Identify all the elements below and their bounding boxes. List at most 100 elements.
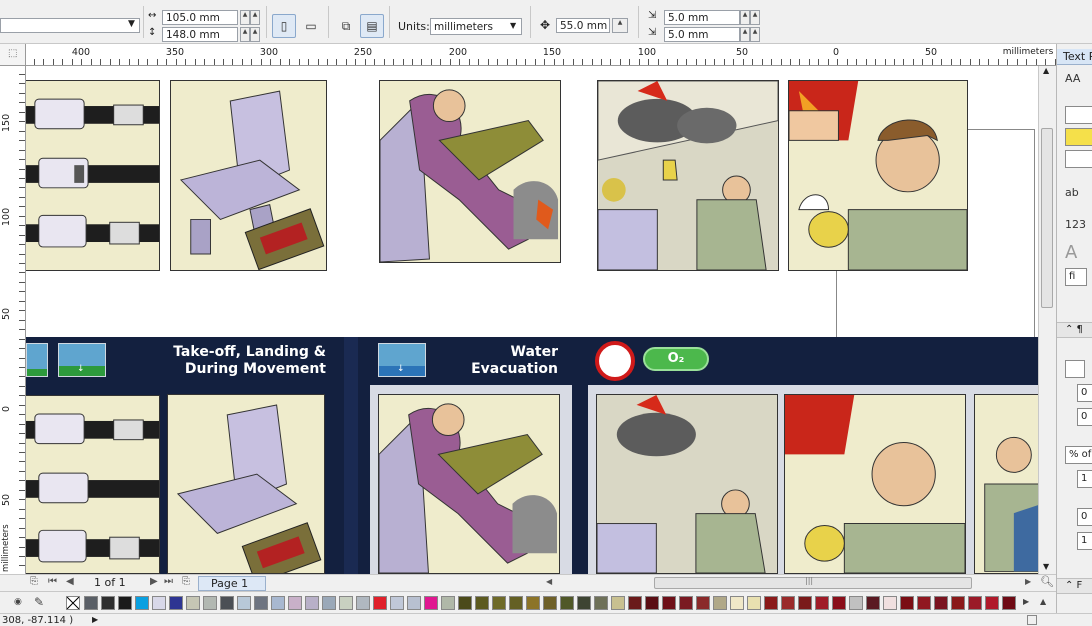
color-swatch[interactable] bbox=[730, 596, 744, 610]
vertical-scrollbar[interactable]: ▲ ▼ bbox=[1038, 66, 1056, 574]
portrait-icon[interactable]: ▯ bbox=[272, 14, 296, 38]
nudge-field[interactable]: 55.0 mm bbox=[556, 18, 610, 33]
color-swatch[interactable] bbox=[662, 596, 676, 610]
seat-life-vest-illustration[interactable] bbox=[170, 80, 327, 271]
color-swatch[interactable] bbox=[798, 596, 812, 610]
highlight-box[interactable] bbox=[1065, 128, 1092, 146]
color-swatch[interactable] bbox=[866, 596, 880, 610]
color-swatch[interactable] bbox=[237, 596, 251, 610]
color-swatch[interactable] bbox=[339, 596, 353, 610]
color-swatch[interactable] bbox=[390, 596, 404, 610]
color-swatch[interactable] bbox=[135, 596, 149, 610]
color-swatch[interactable] bbox=[186, 596, 200, 610]
last-page-icon[interactable]: ⏭ bbox=[164, 576, 173, 587]
docker-section-header[interactable]: ⌃ F bbox=[1057, 578, 1092, 594]
duplicate-y-field[interactable]: 5.0 mm bbox=[664, 27, 740, 42]
color-swatch[interactable] bbox=[271, 596, 285, 610]
color-swatch[interactable] bbox=[985, 596, 999, 610]
duplicate-y-spin-up[interactable]: ▲ bbox=[740, 27, 750, 42]
height-spin-down[interactable]: ▲ bbox=[250, 27, 260, 42]
ruler-origin-corner[interactable]: ⬚ bbox=[0, 44, 26, 66]
add-page-after-icon[interactable]: ⎘ bbox=[182, 576, 190, 587]
color-swatch[interactable] bbox=[934, 596, 948, 610]
color-swatch[interactable] bbox=[900, 596, 914, 610]
palette-expand-icon[interactable]: ▲ bbox=[1040, 597, 1046, 606]
fire-mask-illustration-copy[interactable] bbox=[784, 394, 966, 574]
color-swatch[interactable] bbox=[577, 596, 591, 610]
scroll-right-icon[interactable]: ▶ bbox=[1025, 577, 1031, 586]
color-swatch[interactable] bbox=[101, 596, 115, 610]
safety-card-page[interactable]: ↓ Take-off, Landing & During Movement ↓ … bbox=[26, 337, 1038, 574]
color-swatch[interactable] bbox=[968, 596, 982, 610]
color-swatch[interactable] bbox=[288, 596, 302, 610]
seatbelt-illustration-copy[interactable] bbox=[26, 395, 160, 574]
duplicate-y-spin-down[interactable]: ▲ bbox=[750, 27, 760, 42]
duplicate-x-field[interactable]: 5.0 mm bbox=[664, 10, 740, 25]
chevron-down-icon[interactable]: ▼ bbox=[128, 19, 135, 29]
duplicate-x-spin-down[interactable]: ▲ bbox=[750, 10, 760, 25]
indent-field[interactable]: 0 bbox=[1077, 408, 1092, 426]
ligature-button[interactable]: fi bbox=[1065, 268, 1087, 286]
alignment-button[interactable] bbox=[1065, 360, 1085, 378]
drawing-canvas[interactable]: ↓ Take-off, Landing & During Movement ↓ … bbox=[26, 66, 1038, 574]
color-swatch[interactable] bbox=[356, 596, 370, 610]
horizontal-ruler[interactable]: 400 350 300 250 200 150 100 50 0 50 mill… bbox=[26, 44, 1056, 66]
color-swatch[interactable] bbox=[305, 596, 319, 610]
color-swatch[interactable] bbox=[815, 596, 829, 610]
vertical-ruler[interactable]: 150 100 50 0 50 millimeters bbox=[0, 66, 26, 574]
color-swatch[interactable] bbox=[679, 596, 693, 610]
spacing-unit-field[interactable]: % of bbox=[1065, 446, 1092, 464]
color-swatch[interactable] bbox=[764, 596, 778, 610]
color-swatch[interactable] bbox=[883, 596, 897, 610]
page-tab[interactable]: Page 1 bbox=[198, 576, 266, 591]
palette-scroll-left-icon[interactable]: ◉ bbox=[14, 597, 22, 607]
color-swatch[interactable] bbox=[169, 596, 183, 610]
height-spin-up[interactable]: ▲ bbox=[240, 27, 250, 42]
font-size-icon[interactable]: AA bbox=[1065, 72, 1080, 85]
add-page-before-icon[interactable]: ⎘ bbox=[30, 576, 38, 587]
color-swatch[interactable] bbox=[713, 596, 727, 610]
no-color-swatch[interactable] bbox=[66, 596, 80, 610]
passenger-mask-illustration[interactable] bbox=[974, 394, 1038, 574]
color-swatch[interactable] bbox=[747, 596, 761, 610]
color-swatch[interactable] bbox=[832, 596, 846, 610]
height-field[interactable]: 148.0 mm bbox=[162, 27, 238, 42]
color-swatch[interactable] bbox=[203, 596, 217, 610]
docker-section-header[interactable]: ⌃ ¶ bbox=[1057, 322, 1092, 338]
paper-size-dropdown[interactable] bbox=[0, 18, 140, 33]
fire-mask-illustration[interactable] bbox=[788, 80, 968, 271]
color-swatch[interactable] bbox=[1002, 596, 1016, 610]
landscape-icon[interactable]: ▭ bbox=[299, 14, 323, 38]
color-swatch[interactable] bbox=[118, 596, 132, 610]
scroll-down-icon[interactable]: ▼ bbox=[1043, 562, 1049, 571]
color-swatch[interactable] bbox=[509, 596, 523, 610]
character-icon[interactable]: ab bbox=[1065, 186, 1079, 199]
word-spacing-field[interactable]: 1 bbox=[1077, 532, 1092, 550]
all-pages-icon[interactable]: ⧉ bbox=[334, 14, 358, 38]
palette-scroll-right-icon[interactable]: ▶ bbox=[1023, 597, 1029, 606]
spacing-field[interactable]: 1 bbox=[1077, 470, 1092, 488]
char-spacing-field[interactable]: 0 bbox=[1077, 508, 1092, 526]
status-arrow-icon[interactable]: ▶ bbox=[92, 615, 98, 624]
color-swatch[interactable] bbox=[951, 596, 965, 610]
width-field[interactable]: 105.0 mm bbox=[162, 10, 238, 25]
prev-page-icon[interactable]: ◀ bbox=[66, 576, 74, 587]
scroll-left-icon[interactable]: ◀ bbox=[546, 577, 552, 586]
color-swatch[interactable] bbox=[560, 596, 574, 610]
duplicate-x-spin-up[interactable]: ▲ bbox=[740, 10, 750, 25]
color-swatch[interactable] bbox=[645, 596, 659, 610]
seat-life-vest-illustration-copy[interactable] bbox=[167, 394, 325, 574]
horizontal-scroll-thumb[interactable]: ||| bbox=[654, 576, 972, 589]
uppercase-icon[interactable]: A bbox=[1065, 242, 1077, 263]
color-swatch[interactable] bbox=[373, 596, 387, 610]
indent-field[interactable]: 0 bbox=[1077, 384, 1092, 402]
width-spin-down[interactable]: ▲ bbox=[250, 10, 260, 25]
color-swatch[interactable] bbox=[254, 596, 268, 610]
color-swatch[interactable] bbox=[696, 596, 710, 610]
seatbelt-illustration[interactable] bbox=[26, 80, 160, 271]
color-swatch[interactable] bbox=[441, 596, 455, 610]
oxygen-mask-drop-illustration[interactable] bbox=[597, 80, 779, 271]
numerals-icon[interactable]: 123 bbox=[1065, 218, 1086, 231]
color-swatch[interactable] bbox=[424, 596, 438, 610]
color-swatch[interactable] bbox=[84, 596, 98, 610]
